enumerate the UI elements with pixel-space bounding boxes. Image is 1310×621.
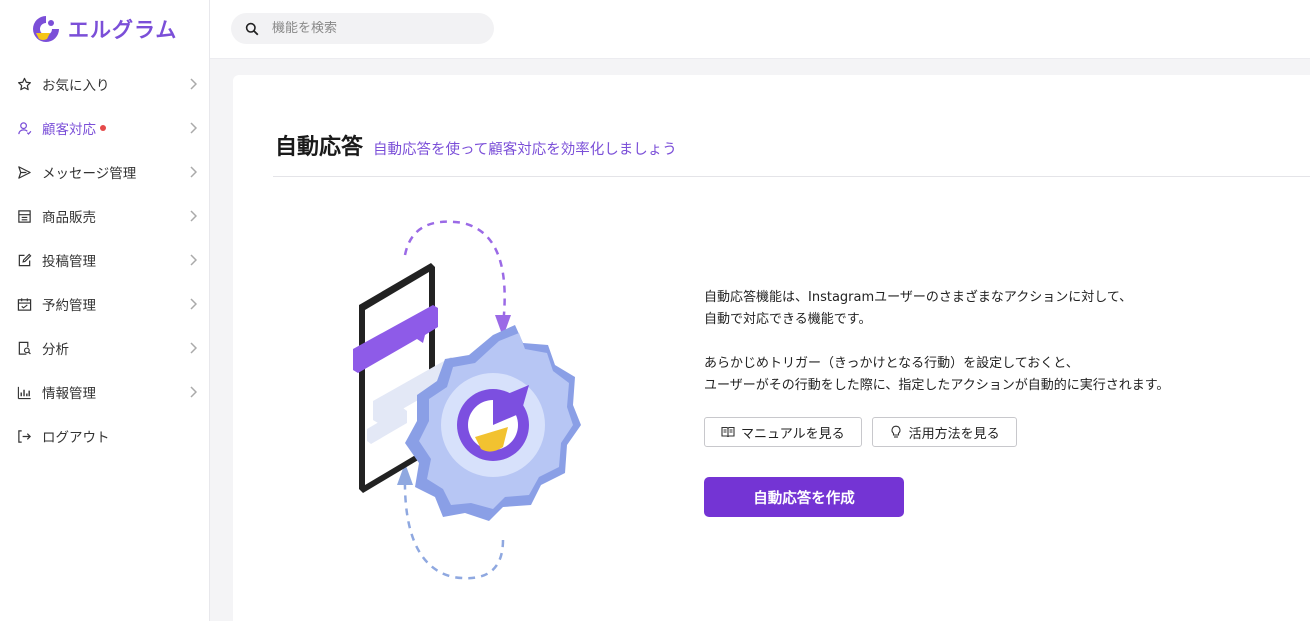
create-auto-reply-button[interactable]: 自動応答を作成 — [704, 477, 904, 517]
chevron-right-icon — [190, 122, 197, 134]
chevron-right-icon — [190, 210, 197, 222]
sidebar-item-customer-support[interactable]: 顧客対応 — [0, 106, 209, 150]
bar-chart-icon — [16, 384, 32, 400]
button-label: 活用方法を見る — [908, 426, 1000, 442]
sidebar-item-label: 商品販売 — [42, 210, 96, 226]
user-icon — [16, 120, 32, 136]
chevron-right-icon — [190, 78, 197, 90]
divider — [273, 176, 1310, 177]
sidebar-item-label: 情報管理 — [42, 386, 96, 402]
sidebar-item-label: 顧客対応 — [42, 122, 96, 138]
sidebar-item-label: 分析 — [42, 342, 69, 358]
calendar-icon — [16, 296, 32, 312]
search-box[interactable] — [231, 13, 494, 44]
sidebar-item-label: メッセージ管理 — [42, 166, 137, 182]
sidebar-item-label: ログアウト — [42, 430, 110, 446]
description-line: 自動で対応できる機能です。 — [704, 312, 872, 327]
sidebar-item-label: 投稿管理 — [42, 254, 96, 270]
search-icon — [245, 22, 259, 35]
sidebar-item-label: お気に入り — [42, 78, 110, 94]
chevron-right-icon — [190, 254, 197, 266]
help-buttons: マニュアルを見る 活用方法を見る — [704, 417, 1017, 447]
view-manual-button[interactable]: マニュアルを見る — [704, 417, 862, 447]
star-icon — [16, 76, 32, 92]
description-paragraph: あらかじめトリガー（きっかけとなる行動）を設定しておくと、 ユーザーがその行動を… — [704, 353, 1169, 397]
sidebar-item-posts[interactable]: 投稿管理 — [0, 238, 209, 282]
notification-dot — [100, 125, 106, 131]
page-title: 自動応答 — [275, 135, 364, 160]
description-line: ユーザーがその行動をした際に、指定したアクションが自動的に実行されます。 — [704, 378, 1170, 393]
page-header: 自動応答 自動応答を使って顧客対応を効率化しましょう — [275, 129, 677, 161]
button-label: マニュアルを見る — [741, 426, 845, 442]
sidebar-item-messages[interactable]: メッセージ管理 — [0, 150, 209, 194]
sidebar-item-sales[interactable]: 商品販売 — [0, 194, 209, 238]
lightbulb-icon — [891, 425, 901, 438]
chevron-right-icon — [190, 166, 197, 178]
edit-icon — [16, 252, 32, 268]
document-search-icon — [16, 340, 32, 356]
logo-icon — [33, 16, 59, 42]
sidebar-item-favorites[interactable]: お気に入り — [0, 62, 209, 106]
sidebar-item-label: 予約管理 — [42, 298, 96, 314]
description: 自動応答機能は、Instagramユーザーのさまざまなアクションに対して、 自動… — [704, 287, 1169, 419]
sidebar-nav: お気に入り 顧客対応 メッセージ管理 商品販売 投稿管理 予約管理 分析 情報管… — [0, 62, 209, 458]
brand-name: エルグラム — [68, 18, 178, 42]
main-content: 自動応答 自動応答を使って顧客対応を効率化しましょう 自動応答機能は、Insta… — [233, 75, 1310, 621]
search-input[interactable] — [272, 21, 472, 36]
description-line: あらかじめトリガー（きっかけとなる行動）を設定しておくと、 — [704, 356, 1079, 371]
sidebar-item-analytics[interactable]: 分析 — [0, 326, 209, 370]
send-icon — [16, 164, 32, 180]
chevron-right-icon — [190, 386, 197, 398]
view-usage-button[interactable]: 活用方法を見る — [871, 417, 1017, 447]
book-icon — [721, 426, 735, 438]
sidebar-item-reservations[interactable]: 予約管理 — [0, 282, 209, 326]
top-header — [210, 0, 1310, 59]
chevron-right-icon — [190, 298, 197, 310]
sidebar-item-logout[interactable]: ログアウト — [0, 414, 209, 458]
sidebar: エルグラム お気に入り 顧客対応 メッセージ管理 商品販売 投稿管理 予約管理 … — [0, 0, 210, 621]
description-paragraph: 自動応答機能は、Instagramユーザーのさまざまなアクションに対して、 自動… — [704, 287, 1169, 331]
logo[interactable]: エルグラム — [30, 13, 177, 45]
auto-reply-illustration — [353, 220, 581, 580]
sidebar-item-information[interactable]: 情報管理 — [0, 370, 209, 414]
description-line: 自動応答機能は、Instagramユーザーのさまざまなアクションに対して、 — [704, 290, 1133, 305]
store-icon — [16, 208, 32, 224]
logout-icon — [16, 428, 32, 444]
chevron-right-icon — [190, 342, 197, 354]
page-subtitle: 自動応答を使って顧客対応を効率化しましょう — [373, 142, 677, 158]
